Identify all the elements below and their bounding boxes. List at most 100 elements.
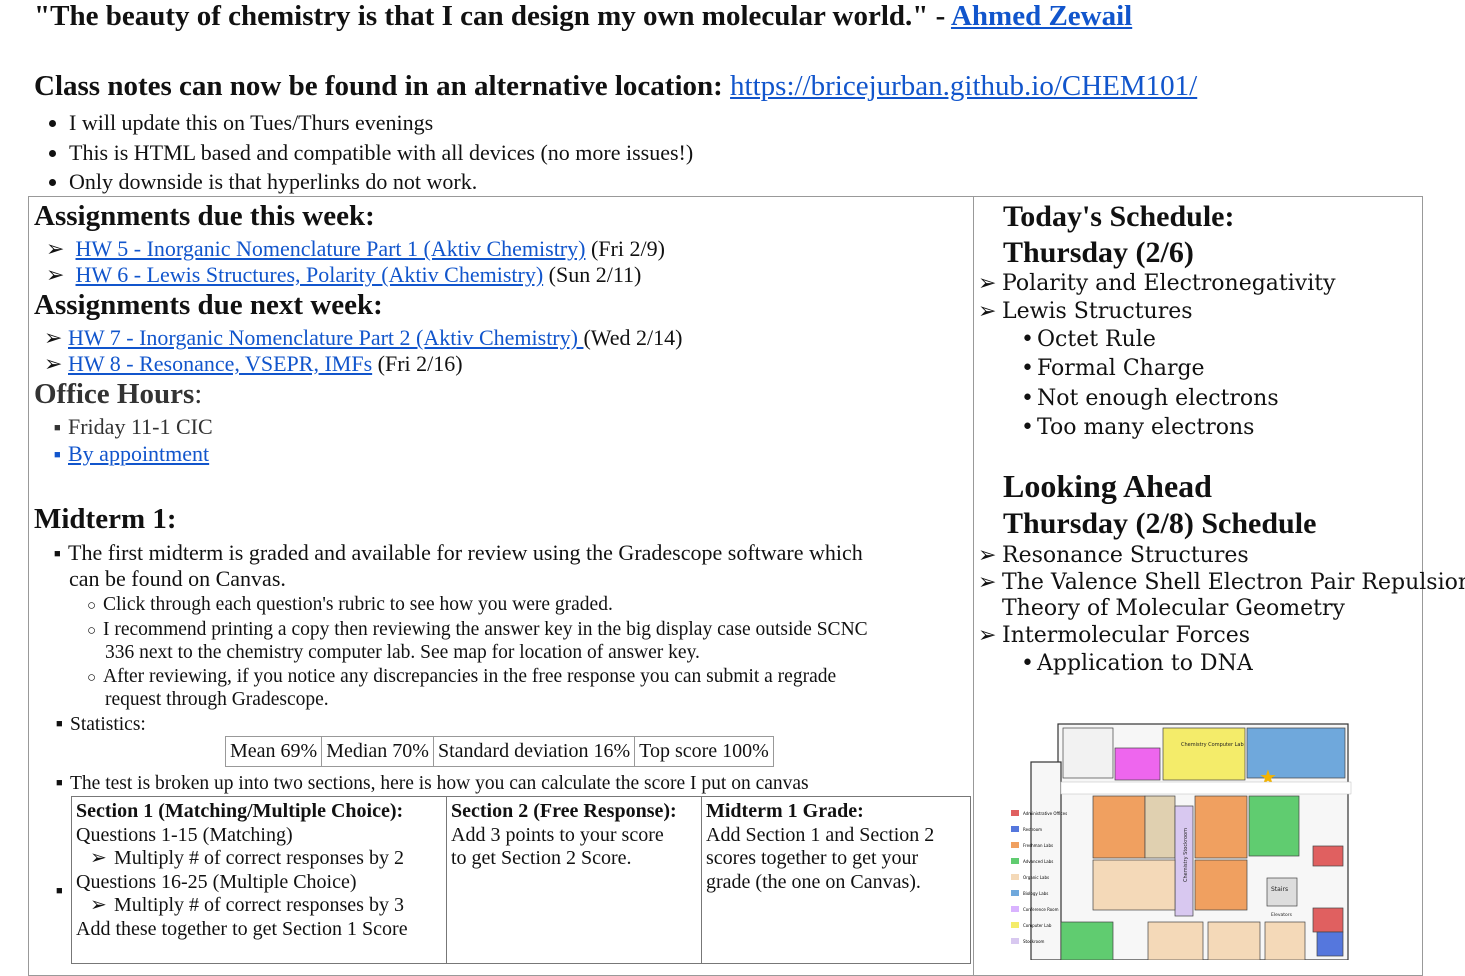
stat-mean: Mean 69% xyxy=(224,736,323,767)
legend-label: Conference Room xyxy=(1023,907,1059,912)
today-subitem-text: Formal Charge xyxy=(1037,356,1205,381)
assignments-next-week-heading: Assignments due next week: xyxy=(34,289,383,321)
arrow-icon: ➢ xyxy=(44,351,63,376)
section1-line: ➢ Multiply # of correct responses by 2 xyxy=(76,847,442,871)
circle-bullet-icon: ○ xyxy=(87,623,97,639)
by-appointment-link[interactable]: By appointment xyxy=(68,441,209,466)
bullet-icon: • xyxy=(1021,386,1034,411)
arrow-icon: ➢ xyxy=(978,271,997,296)
section2-line: Add 3 points to your score xyxy=(451,823,664,846)
legend-label: Stockroom xyxy=(1023,939,1045,944)
broken-up-text: ■ The test is broken up into two sections… xyxy=(56,772,809,798)
legend-label: Biology Labs xyxy=(1023,891,1048,896)
square-bullet-icon: ■ xyxy=(54,422,61,434)
stairs-label: Stairs xyxy=(1271,886,1288,893)
arrow-icon: ➢ xyxy=(46,236,65,261)
list-item: Only downside is that hyperlinks do not … xyxy=(69,167,693,197)
office-hours-item: ■ By appointment xyxy=(54,441,209,467)
lab-label: Chemistry Computer Lab xyxy=(1181,742,1244,748)
legend-label: Advanced Labs xyxy=(1023,859,1053,864)
arrow-icon: ➢ xyxy=(978,570,997,595)
ahead-item-text: Intermolecular Forces xyxy=(1002,623,1251,648)
stat-top: Top score 100% xyxy=(634,736,774,767)
today-item-text: Polarity and Electronegativity xyxy=(1002,271,1336,296)
due-date: (Fri 2/16) xyxy=(372,351,463,376)
quote-text: "The beauty of chemistry is that I can d… xyxy=(34,0,951,32)
statistics-text: Statistics: xyxy=(70,714,146,735)
due-date: (Wed 2/14) xyxy=(583,325,683,350)
bullet-icon: • xyxy=(1021,327,1034,352)
hw8-link[interactable]: HW 8 - Resonance, VSEPR, IMFs xyxy=(68,351,372,376)
assignment-row: ➢ HW 5 - Inorganic Nomenclature Part 1 (… xyxy=(46,236,665,262)
ahead-item-text: The Valence Shell Electron Pair Repulsio… xyxy=(1002,570,1465,595)
legend-label: Freshman Labs xyxy=(1023,843,1053,848)
bullet-icon: • xyxy=(1021,415,1034,440)
stat-stddev: Standard deviation 16% xyxy=(432,736,636,767)
section2-line: to get Section 2 Score. xyxy=(451,847,632,869)
list-item: I will update this on Tues/Thurs evening… xyxy=(69,108,693,138)
today-subitem-text: Octet Rule xyxy=(1037,327,1156,352)
notes-list: I will update this on Tues/Thurs evening… xyxy=(34,108,693,197)
midterm-graded-text: The first midterm is graded and availabl… xyxy=(68,540,863,565)
today-title: Today's Schedule: xyxy=(1003,200,1235,233)
circle-bullet-icon: ○ xyxy=(87,670,97,686)
midterm-sub-item: ○ After reviewing, if you notice any disc… xyxy=(87,665,836,690)
section1-cell: Section 1 (Matching/Multiple Choice): Qu… xyxy=(71,796,447,964)
square-bullet-icon: ■ xyxy=(56,885,63,897)
arrow-icon: ➢ xyxy=(90,847,107,869)
office-hours-heading: Office Hours: xyxy=(34,378,202,411)
assignment-row: ➢ HW 6 - Lewis Structures, Polarity (Akt… xyxy=(46,262,641,288)
ahead-item: ➢ The Valence Shell Electron Pair Repulsi… xyxy=(978,570,1465,595)
hw6-link[interactable]: HW 6 - Lewis Structures, Polarity (Aktiv… xyxy=(76,262,544,287)
column-divider xyxy=(973,196,974,976)
grade-line: grade (the one on Canvas). xyxy=(706,870,921,893)
section1-text: Multiply # of correct responses by 3 xyxy=(114,894,404,916)
list-item: This is HTML based and compatible with a… xyxy=(69,138,693,168)
quote-author-link[interactable]: Ahmed Zewail xyxy=(951,0,1132,32)
today-subitem: • Formal Charge xyxy=(1021,356,1205,381)
ahead-item: ➢ Intermolecular Forces xyxy=(978,623,1250,648)
bullet-icon: • xyxy=(1021,356,1034,381)
midterm-sub-item: ○ I recommend printing a copy then review… xyxy=(87,618,868,643)
office-hours-colon: : xyxy=(194,378,203,410)
midterm-sub-cont: 336 next to the chemistry computer lab. … xyxy=(105,642,700,663)
square-bullet-icon: ■ xyxy=(54,449,61,461)
midterm-graded-cont: can be found on Canvas. xyxy=(69,566,286,591)
office-hours-item: ■ Friday 11-1 CIC xyxy=(54,414,213,440)
section1-line: Questions 16-25 (Multiple Choice) xyxy=(76,870,357,893)
statistics-table: Mean 69% Median 70% Standard deviation 1… xyxy=(224,736,774,767)
arrow-icon: ➢ xyxy=(46,262,65,287)
table-row: Mean 69% Median 70% Standard deviation 1… xyxy=(224,736,774,767)
notes-heading: Class notes can now be found in an alter… xyxy=(34,70,1197,103)
hw5-link[interactable]: HW 5 - Inorganic Nomenclature Part 1 (Ak… xyxy=(76,236,586,261)
notes-url-link[interactable]: https://bricejurban.github.io/CHEM101/ xyxy=(730,70,1197,102)
statistics-label: ■ Statistics: xyxy=(56,713,146,739)
ahead-item-cont: Theory of Molecular Geometry xyxy=(1002,596,1345,621)
assignments-this-week-heading: Assignments due this week: xyxy=(34,200,375,232)
today-subitem-text: Too many electrons xyxy=(1037,415,1255,440)
due-date: (Fri 2/9) xyxy=(585,236,665,261)
today-subitem: • Too many electrons xyxy=(1021,415,1254,440)
section2-cell: Section 2 (Free Response): Add 3 points … xyxy=(446,796,702,964)
stockroom-label: Chemistry Stockroom xyxy=(1183,828,1189,882)
section2-title: Section 2 (Free Response): xyxy=(451,800,677,822)
arrow-icon: ➢ xyxy=(44,325,63,350)
assignment-row: ➢ HW 8 - Resonance, VSEPR, IMFs (Fri 2/16… xyxy=(44,351,463,377)
quote: "The beauty of chemistry is that I can d… xyxy=(34,0,1132,33)
grade-line: Add Section 1 and Section 2 xyxy=(706,823,935,846)
legend-label: Administrative Offices xyxy=(1023,811,1067,816)
due-date: (Sun 2/11) xyxy=(543,262,642,287)
arrow-icon: ➢ xyxy=(978,299,997,324)
square-bullet-icon: ■ xyxy=(56,777,63,789)
legend-label: Organic Labs xyxy=(1023,875,1049,880)
ahead-item-text: Resonance Structures xyxy=(1002,543,1249,568)
today-subitem: • Not enough electrons xyxy=(1021,386,1279,411)
circle-bullet-icon: ○ xyxy=(87,598,97,614)
assignment-row: ➢ HW 7 - Inorganic Nomenclature Part 2 (A… xyxy=(44,325,683,351)
midterm-sub-cont: request through Gradescope. xyxy=(105,689,329,710)
midterm-sub-item: ○ Click through each question's rubric to… xyxy=(87,593,613,618)
arrow-icon: ➢ xyxy=(90,894,107,916)
midterm-heading: Midterm 1: xyxy=(34,503,177,535)
score-calculation-table: Section 1 (Matching/Multiple Choice): Qu… xyxy=(71,796,971,964)
hw7-link[interactable]: HW 7 - Inorganic Nomenclature Part 2 (Ak… xyxy=(68,325,583,350)
